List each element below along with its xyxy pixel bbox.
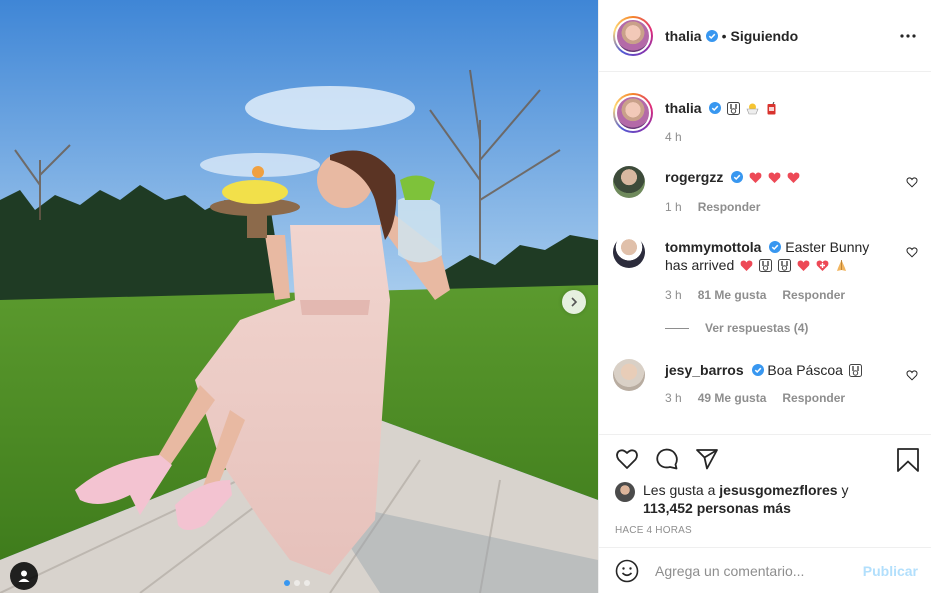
- comment-username[interactable]: jesy_barros: [665, 362, 744, 378]
- author-username[interactable]: thalia: [665, 28, 702, 44]
- bunny-emoji-icon: [777, 259, 791, 272]
- red-heart-emoji-icon: [768, 172, 781, 183]
- red-heart-emoji-icon: [797, 260, 810, 271]
- comment-bubble-icon[interactable]: [655, 447, 679, 471]
- praying-hands-emoji-icon: [836, 260, 846, 271]
- carousel-dot: [294, 580, 300, 586]
- verified-badge-icon: [751, 364, 764, 376]
- caption-username[interactable]: thalia: [665, 100, 702, 116]
- action-icons: [615, 447, 719, 471]
- comment-username[interactable]: tommymottola: [665, 239, 761, 255]
- comments-list[interactable]: thalia 4 h rogergzz 1 h Responder tommym…: [599, 73, 931, 433]
- comment-row: jesy_barros Boa Páscoa 3 h 49 Me gusta R…: [613, 359, 918, 419]
- tagged-users-button[interactable]: [10, 562, 38, 590]
- publish-button[interactable]: Publicar: [863, 563, 918, 579]
- carousel-indicator: [284, 580, 310, 586]
- caption-row: thalia 4 h: [613, 93, 918, 153]
- commenter-avatar[interactable]: [613, 166, 645, 198]
- bunny-emoji-icon: [848, 364, 862, 377]
- chevron-right-icon: [571, 297, 578, 307]
- save-bookmark-icon[interactable]: [896, 447, 920, 473]
- post-actions: Les gusta a jesusgomezflores y 113,452 p…: [599, 434, 931, 546]
- bunny-emoji-icon: [727, 102, 741, 115]
- comment-body: jesy_barros Boa Páscoa: [665, 361, 890, 379]
- comment-likes[interactable]: 81 Me gusta: [698, 288, 767, 302]
- post-timestamp[interactable]: HACE 4 HORAS: [615, 525, 692, 536]
- author-avatar[interactable]: [613, 15, 653, 56]
- more-options-button[interactable]: [898, 26, 918, 46]
- commenter-avatar[interactable]: [613, 359, 645, 391]
- like-comment-heart-icon[interactable]: [906, 176, 918, 188]
- verified-badge-icon: [769, 241, 782, 253]
- comment-username[interactable]: rogergzz: [665, 169, 723, 185]
- comment-row: rogergzz 1 h Responder: [613, 166, 918, 216]
- photo-scene: [0, 0, 598, 593]
- user-icon: [18, 570, 30, 582]
- comment-text: Boa Páscoa: [767, 362, 843, 378]
- liker-avatar[interactable]: [615, 482, 635, 502]
- post-side-panel: thalia • Siguiendo thalia 4 h rogergzz 1…: [598, 0, 931, 593]
- carousel-dot: [284, 580, 290, 586]
- post-photo[interactable]: [0, 0, 598, 593]
- like-comment-heart-icon[interactable]: [906, 369, 918, 381]
- carousel-dot: [304, 580, 310, 586]
- likes-count[interactable]: 113,452 personas más: [643, 500, 791, 516]
- separator-dot: •: [721, 27, 727, 44]
- share-paper-plane-icon[interactable]: [695, 447, 719, 471]
- more-icon: [900, 34, 916, 38]
- likes-conjunction: y: [841, 482, 849, 498]
- commenter-avatar[interactable]: [613, 236, 645, 268]
- likes-text: Les gusta a jesusgomezflores y 113,452 p…: [615, 481, 915, 517]
- add-comment-bar: Publicar: [599, 547, 931, 593]
- reply-button[interactable]: Responder: [782, 288, 845, 302]
- juice-box-emoji-icon: [767, 102, 776, 115]
- comment-input[interactable]: [655, 562, 863, 579]
- post-header: thalia • Siguiendo: [599, 0, 931, 72]
- comment-body: tommymottola Easter Bunny has arrived: [665, 238, 890, 274]
- verified-badge-icon: [731, 171, 744, 183]
- heart-plus-emoji-icon: [816, 260, 829, 271]
- likes-summary: Les gusta a jesusgomezflores y 113,452 p…: [615, 481, 915, 517]
- comment-meta: 3 h 49 Me gusta Responder: [665, 391, 845, 405]
- caption-meta: 4 h: [665, 130, 682, 144]
- red-heart-emoji-icon: [740, 260, 753, 271]
- view-replies-label: Ver respuestas (4): [705, 321, 809, 335]
- bunny-emoji-icon: [759, 259, 773, 272]
- replies-divider: [665, 327, 689, 329]
- red-heart-emoji-icon: [787, 172, 800, 183]
- like-comment-heart-icon[interactable]: [906, 246, 918, 258]
- following-button[interactable]: Siguiendo: [730, 28, 798, 44]
- likes-prefix: Les gusta a: [643, 482, 716, 498]
- emoji-picker-icon[interactable]: [615, 559, 639, 583]
- reply-button[interactable]: Responder: [782, 391, 845, 405]
- comment-meta: 1 h Responder: [665, 200, 760, 214]
- verified-badge-icon: [709, 102, 722, 114]
- comment-time[interactable]: 1 h: [665, 200, 682, 214]
- red-heart-emoji-icon: [749, 172, 762, 183]
- liker-username[interactable]: jesusgomezflores: [719, 482, 837, 498]
- comment-time[interactable]: 3 h: [665, 288, 682, 302]
- comment-body: rogergzz: [665, 168, 890, 186]
- like-heart-icon[interactable]: [615, 447, 639, 471]
- comment-time[interactable]: 3 h: [665, 391, 682, 405]
- next-photo-button[interactable]: [562, 290, 586, 314]
- caption-body: thalia: [665, 99, 890, 117]
- verified-badge-icon: [705, 29, 718, 42]
- comment-row: tommymottola Easter Bunny has arrived 3 …: [613, 236, 918, 336]
- comment-likes[interactable]: 49 Me gusta: [698, 391, 767, 405]
- view-replies-button[interactable]: Ver respuestas (4): [665, 321, 808, 335]
- comment-meta: 3 h 81 Me gusta Responder: [665, 288, 845, 302]
- hatching-chick-emoji-icon: [746, 103, 759, 115]
- caption-avatar[interactable]: [613, 93, 653, 133]
- caption-time[interactable]: 4 h: [665, 130, 682, 144]
- reply-button[interactable]: Responder: [698, 200, 761, 214]
